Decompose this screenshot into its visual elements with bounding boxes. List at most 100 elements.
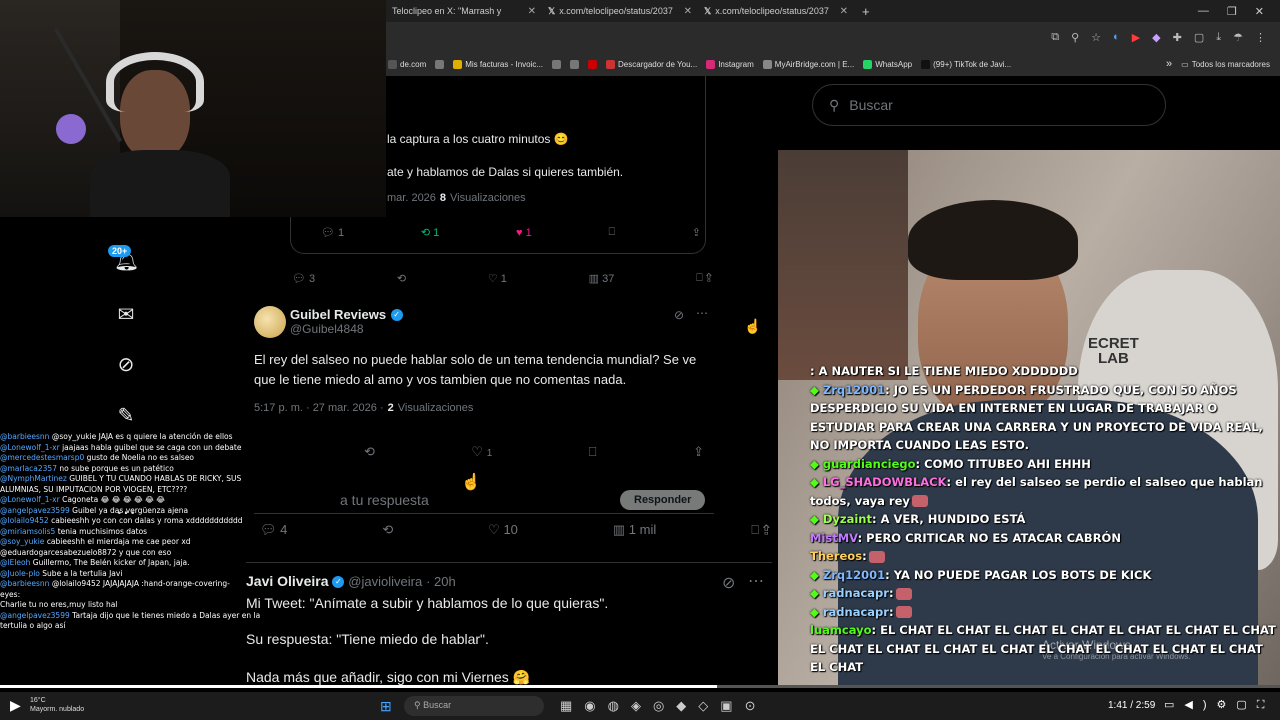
bookmark[interactable]: MyAirBridge.com | E... xyxy=(762,59,854,69)
views-button[interactable]: ▥ 37 xyxy=(589,272,615,285)
install-icon[interactable]: ⧉ xyxy=(1051,31,1059,44)
close-window-icon[interactable]: ✕ xyxy=(1255,5,1264,18)
grok-icon[interactable]: ⊘ xyxy=(114,352,138,376)
bookmark[interactable] xyxy=(588,59,598,69)
lists-icon[interactable]: ✎ xyxy=(114,403,138,427)
bookmark[interactable]: Instagram xyxy=(706,59,754,69)
retweet-button[interactable]: ⟲ 1 xyxy=(421,226,439,239)
share-icon[interactable]: ⇪ xyxy=(692,226,701,239)
all-bookmarks-button[interactable]: ▭ Todos los marcadores xyxy=(1181,60,1280,69)
extension-icon[interactable]: ◐ xyxy=(1113,31,1120,43)
bookmark-icon[interactable]: ⎕ ⇪ xyxy=(751,522,770,538)
taskbar-search[interactable]: ⚲ Buscar xyxy=(404,696,544,716)
views-button[interactable]: ▥ 1 mil xyxy=(613,522,656,538)
chat-username[interactable]: guardianciego xyxy=(823,457,916,471)
new-tab-button[interactable]: + xyxy=(854,4,878,19)
mini-chat-username[interactable]: @Lonewolf_1-xr xyxy=(0,443,60,452)
tweet-age[interactable]: · 20h xyxy=(426,574,456,589)
bookmark[interactable]: WhatsApp xyxy=(863,59,912,69)
retweet-button[interactable]: ⟲ xyxy=(397,272,406,285)
retweet-button[interactable]: ⟲ xyxy=(382,522,393,538)
menu-icon[interactable]: ⋮ xyxy=(1255,31,1266,44)
extension-icon[interactable]: ▶ xyxy=(1132,31,1140,44)
close-icon[interactable]: ✕ xyxy=(684,6,692,17)
mini-chat-username[interactable]: @miriamsolis5 xyxy=(0,527,55,536)
bookmark[interactable]: de.com xyxy=(388,59,426,69)
player-controls[interactable]: ▭◀)⚙▢⛶ xyxy=(1164,698,1274,712)
like-button[interactable]: ♡ 10 xyxy=(488,522,518,538)
search-input[interactable]: ⚲ Buscar xyxy=(812,84,1166,126)
zoom-icon[interactable]: ⚲ xyxy=(1071,31,1079,44)
reply-submit-button[interactable]: Responder xyxy=(620,490,706,510)
like-button[interactable]: ♡ 1 xyxy=(488,272,507,285)
mini-chat-username[interactable]: @angelpavez3599 xyxy=(0,611,70,620)
bookmark[interactable]: Descargador de You... xyxy=(606,59,697,69)
chat-text: : YA NO PUEDE PAGAR LOS BOTS DE KICK xyxy=(885,567,1152,582)
bookmark[interactable] xyxy=(552,59,562,69)
bookmark-icon[interactable]: ⎕ xyxy=(589,444,597,460)
bookmark-icon[interactable]: ⎕ xyxy=(608,226,615,239)
grok-icon[interactable]: ⊘ xyxy=(674,308,684,322)
bookmark[interactable]: (99+) TikTok de Javi... xyxy=(921,59,1011,69)
window-controls: — ❐ ✕ xyxy=(1198,5,1280,18)
extension-icon[interactable]: ◆ xyxy=(1152,31,1160,44)
weather-widget[interactable]: 16°C Mayorm. nublado xyxy=(30,696,84,714)
avatar[interactable] xyxy=(254,306,286,338)
split-view-icon[interactable]: ▢ xyxy=(1194,31,1204,44)
bookmark[interactable]: Mis facturas - Invoic... xyxy=(453,59,543,69)
chat-username[interactable]: Zrq12001 xyxy=(823,568,885,582)
mini-chat-username[interactable]: @barbieesnn xyxy=(0,432,49,441)
tweet-time[interactable]: 5:17 p. m. · 27 mar. 2026 · xyxy=(254,402,384,414)
bookmarks-overflow-button[interactable]: » xyxy=(1166,58,1172,70)
mini-chat-username[interactable]: @NymphMartinez xyxy=(0,474,67,483)
taskbar-apps[interactable]: ▦◉◍◈◎◆◇▣⊙ xyxy=(560,698,767,714)
like-button[interactable]: ♡ 1 xyxy=(471,444,492,460)
chat-username[interactable]: LG_SHADOWBLACK xyxy=(823,475,947,489)
chat-message: ◆ Zrq12001: JO ES UN PERDEDOR FRUSTRADO Q… xyxy=(810,381,1280,455)
close-icon[interactable]: ✕ xyxy=(528,6,536,17)
chat-username[interactable]: radnacapr xyxy=(823,586,889,600)
bookmark[interactable] xyxy=(570,59,580,69)
bookmark[interactable] xyxy=(435,59,445,69)
mini-chat-username[interactable]: @lEleoh xyxy=(0,558,30,567)
minimize-icon[interactable]: — xyxy=(1198,5,1209,18)
more-options-icon[interactable]: ⋯ xyxy=(696,306,708,320)
video-progress-bar[interactable] xyxy=(0,685,1280,688)
author-handle[interactable]: @Guibel4848 xyxy=(290,322,364,336)
chat-username[interactable]: radnacapr xyxy=(823,605,889,619)
bookmark-icon[interactable]: ⎕ ⇪ xyxy=(696,272,712,285)
windows-start-icon[interactable]: ⊞ xyxy=(380,698,392,715)
reply-button[interactable]: 💬︎ 1 xyxy=(321,226,344,239)
brand-line: ECRET xyxy=(1088,335,1139,352)
close-icon[interactable]: ✕ xyxy=(840,6,848,17)
mini-chat-username[interactable]: @Juole-plo xyxy=(0,569,40,578)
mini-chat-username[interactable]: @Lonewolf_1-xr xyxy=(0,495,60,504)
author-name[interactable]: Guibel Reviews xyxy=(290,307,386,322)
mini-chat-username[interactable]: @barbieesnn xyxy=(0,579,49,588)
mini-chat-username[interactable]: @angelpavez3599 xyxy=(0,506,70,515)
browser-tab[interactable]: 𝕏 x.com/teloclipeo/status/2037 ✕ xyxy=(542,0,698,22)
profile-icon[interactable]: ☂ xyxy=(1233,31,1243,44)
chat-username[interactable]: MistMV xyxy=(810,531,858,545)
chat-username[interactable]: Dyzaint xyxy=(823,512,872,526)
grok-icon[interactable]: ⊘ xyxy=(722,573,735,593)
mini-chat-username[interactable]: @soy_yukie xyxy=(0,537,44,546)
browser-tab[interactable]: Teloclipeo en X: "Marrash y ✕ xyxy=(386,0,542,22)
chat-username[interactable]: Zrq12001 xyxy=(823,383,885,397)
maximize-icon[interactable]: ❐ xyxy=(1227,5,1237,18)
browser-tab-active[interactable]: 𝕏 x.com/teloclipeo/status/2037 ✕ xyxy=(698,0,854,22)
chat-username[interactable]: Thereos xyxy=(810,549,862,563)
download-icon[interactable]: ⤓ xyxy=(1216,31,1221,44)
mini-chat-username[interactable]: @mercedestesmarsp0 xyxy=(0,453,84,462)
chat-username[interactable]: luamcayo xyxy=(810,623,872,637)
bookmark-star-icon[interactable]: ☆ xyxy=(1091,31,1101,44)
mini-chat-username[interactable]: @lolailo9452 xyxy=(0,516,49,525)
like-button[interactable]: ♥ 1 xyxy=(516,227,532,239)
share-icon[interactable]: ⇪ xyxy=(693,444,704,460)
play-icon[interactable]: ▶ xyxy=(10,697,21,714)
extensions-puzzle-icon[interactable]: ✚ xyxy=(1173,31,1182,44)
mini-chat-username[interactable]: @marlaca2357 xyxy=(0,464,57,473)
more-options-icon[interactable]: ⋯ xyxy=(748,571,764,591)
reply-button[interactable]: 💬︎ 3 xyxy=(292,272,315,285)
messages-icon[interactable]: ✉ xyxy=(114,302,138,326)
